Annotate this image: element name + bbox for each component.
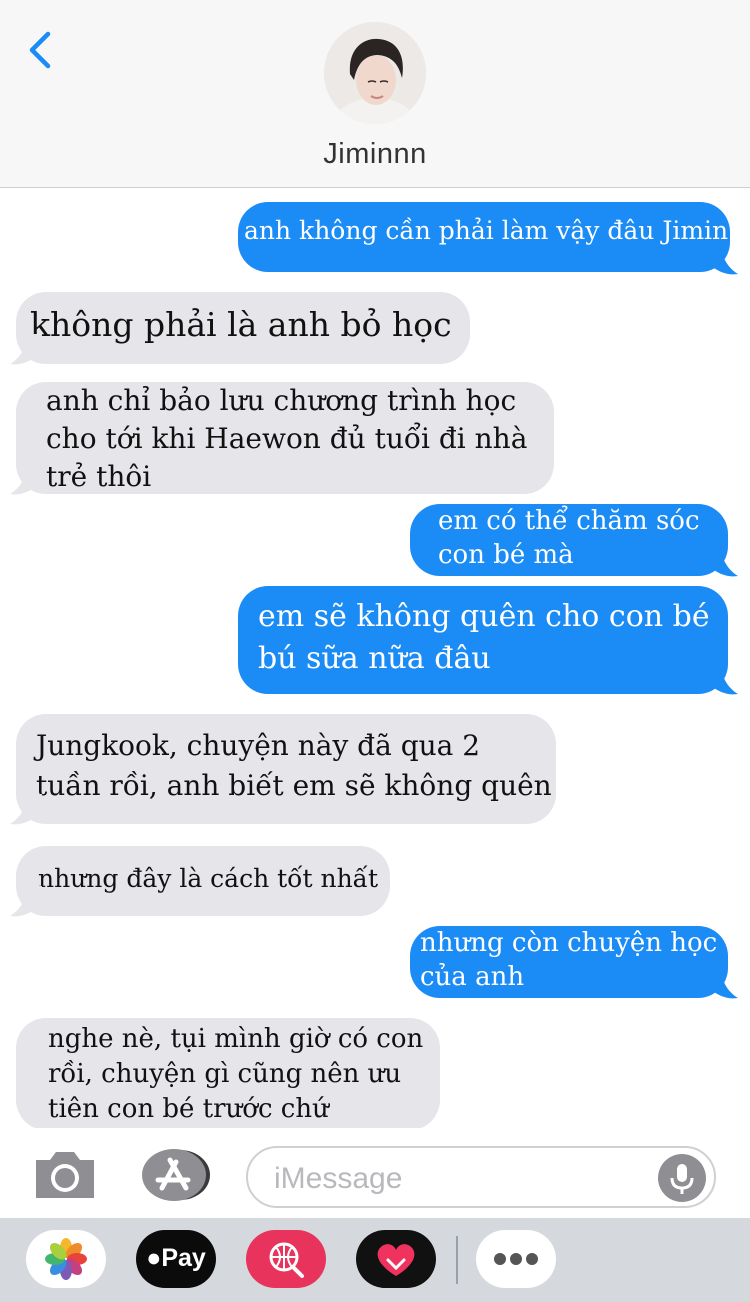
- message-line: nghe nè, tụi mình giờ có con: [48, 1024, 424, 1054]
- avatar-portrait-icon: [324, 22, 426, 124]
- photos-app-button[interactable]: [26, 1230, 106, 1288]
- message-input-field[interactable]: [246, 1146, 716, 1208]
- apple-pay-label: ●Pay: [136, 1244, 216, 1273]
- app-store-icon[interactable]: [140, 1148, 212, 1202]
- message-line: cho tới khi Haewon đủ tuổi đi nhà: [46, 422, 528, 455]
- message-bubble-incoming[interactable]: nhưng đây là cách tốt nhất: [16, 846, 390, 916]
- message-bubble-incoming[interactable]: anh chỉ bảo lưu chương trình học cho tới…: [16, 382, 554, 494]
- message-bubble-outgoing[interactable]: nhưng còn chuyện học của anh: [410, 926, 728, 998]
- more-apps-button[interactable]: [476, 1230, 556, 1288]
- bubble-tail: [706, 244, 738, 275]
- message-bubble-incoming[interactable]: Jungkook, chuyện này đã qua 2 tuần rồi, …: [16, 714, 556, 824]
- web-images-button[interactable]: [246, 1230, 326, 1288]
- message-bubble-incoming[interactable]: nghe nè, tụi mình giờ có con rồi, chuyện…: [16, 1018, 440, 1130]
- message-line: không phải là anh bỏ học: [30, 305, 452, 344]
- conversation-header: Jiminnn: [0, 0, 750, 188]
- camera-icon[interactable]: [32, 1148, 98, 1200]
- bubble-tail: [10, 334, 42, 365]
- more-dots-icon: [494, 1253, 538, 1265]
- bubble-tail: [10, 794, 42, 825]
- message-bubble-incoming[interactable]: không phải là anh bỏ học: [16, 292, 470, 364]
- message-line: anh chỉ bảo lưu chương trình học: [46, 384, 517, 417]
- message-line: em có thể chăm sóc: [438, 506, 700, 536]
- message-line: con bé mà: [438, 540, 574, 570]
- message-bubble-outgoing[interactable]: anh không cần phải làm vậy đâu Jimin: [238, 202, 730, 272]
- apple-pay-button[interactable]: ●Pay: [136, 1230, 216, 1288]
- bubble-tail: [706, 968, 738, 999]
- message-line: bú sữa nữa đâu: [258, 641, 491, 676]
- photos-flower-icon: [45, 1238, 87, 1280]
- contact-name[interactable]: Jiminnn: [0, 138, 750, 171]
- message-line: tuần rồi, anh biết em sẽ không quên: [36, 769, 552, 802]
- bubble-tail: [706, 546, 738, 577]
- message-bubble-outgoing[interactable]: em có thể chăm sóc con bé mà: [410, 504, 728, 576]
- apple-pay-text: Pay: [161, 1244, 206, 1272]
- digital-touch-button[interactable]: [356, 1230, 436, 1288]
- message-line: nhưng đây là cách tốt nhất: [38, 864, 379, 893]
- contact-avatar[interactable]: [324, 22, 426, 124]
- bubble-tail: [10, 886, 42, 917]
- composer-bar: [0, 1128, 750, 1220]
- message-line: em sẽ không quên cho con bé: [258, 599, 710, 634]
- apple-logo-icon: ●: [146, 1244, 162, 1272]
- bubble-tail: [10, 464, 42, 495]
- message-line: của anh: [420, 962, 525, 992]
- message-input[interactable]: [272, 1160, 636, 1198]
- message-bubble-outgoing[interactable]: em sẽ không quên cho con bé bú sữa nữa đ…: [238, 586, 728, 694]
- heart-hands-icon: [377, 1244, 415, 1276]
- app-drawer: ●Pay: [0, 1218, 750, 1302]
- message-line: trẻ thôi: [46, 460, 152, 493]
- message-line: tiên con bé trước chứ: [48, 1094, 329, 1124]
- bubble-tail: [706, 664, 738, 695]
- globe-search-icon: [269, 1242, 304, 1278]
- message-line: anh không cần phải làm vậy đâu Jimin: [244, 216, 729, 245]
- message-line: rồi, chuyện gì cũng nên ưu: [48, 1059, 402, 1089]
- message-line: nhưng còn chuyện học: [420, 928, 718, 958]
- message-thread[interactable]: anh không cần phải làm vậy đâu Jimin khô…: [0, 188, 750, 1130]
- back-chevron-icon[interactable]: [24, 28, 64, 72]
- microphone-icon[interactable]: [658, 1154, 706, 1202]
- message-line: Jungkook, chuyện này đã qua 2: [36, 729, 481, 762]
- tray-divider: [456, 1236, 458, 1284]
